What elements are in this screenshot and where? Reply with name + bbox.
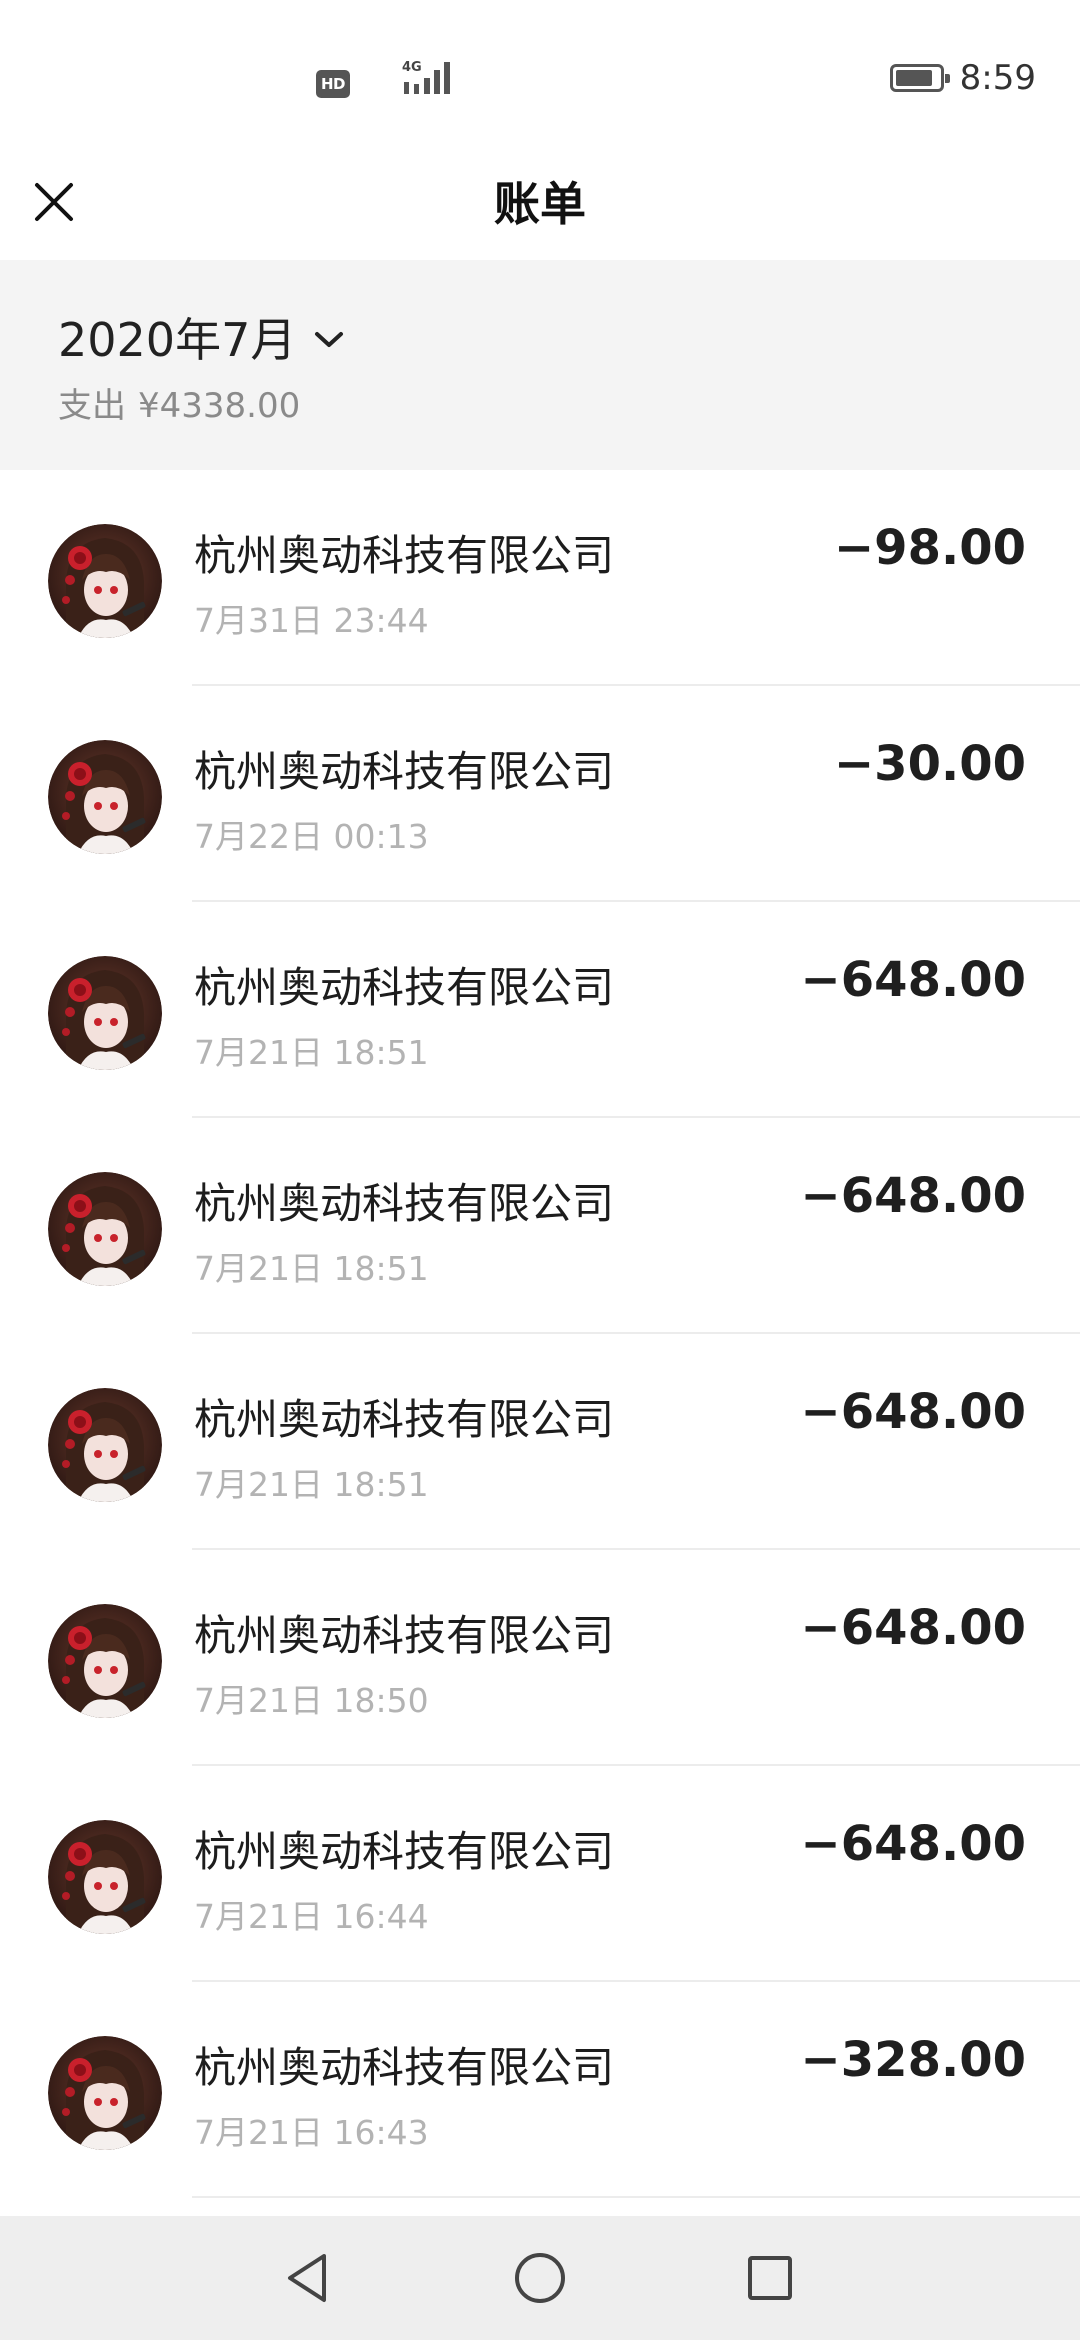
- transaction-amount: −648.00: [800, 1600, 1026, 1656]
- transaction-row[interactable]: 杭州奥动科技有限公司 7月21日 16:44 −648.00: [0, 1766, 1080, 1982]
- transaction-time: 7月22日 00:13: [194, 817, 429, 856]
- avatar: [48, 524, 162, 638]
- page-title: 账单: [494, 177, 586, 231]
- transaction-row[interactable]: 杭州奥动科技有限公司 7月21日 18:51 −648.00: [0, 1334, 1080, 1550]
- top-bar: 账单: [0, 150, 1080, 260]
- transaction-amount: −328.00: [800, 2032, 1026, 2088]
- hd-badge: HD: [316, 70, 350, 98]
- transaction-amount: −98.00: [833, 520, 1026, 576]
- transaction-row[interactable]: 杭州奥动科技有限公司 7月21日 16:43 −328.00: [0, 1982, 1080, 2198]
- expense-amount: ¥4338.00: [138, 386, 301, 426]
- avatar: [48, 1604, 162, 1718]
- transaction-time: 7月21日 18:51: [194, 1033, 429, 1072]
- avatar-image: [48, 524, 162, 638]
- merchant-name: 杭州奥动科技有限公司: [194, 1611, 615, 1660]
- transaction-time: 7月21日 18:50: [194, 1681, 429, 1720]
- row-divider: [192, 2196, 1080, 2198]
- transaction-amount: −648.00: [800, 1384, 1026, 1440]
- avatar-image: [48, 1820, 162, 1934]
- avatar: [48, 740, 162, 854]
- transaction-amount: −648.00: [800, 1816, 1026, 1872]
- merchant-name: 杭州奥动科技有限公司: [194, 1827, 615, 1876]
- merchant-name: 杭州奥动科技有限公司: [194, 747, 615, 796]
- battery-icon: [889, 64, 950, 92]
- month-summary: 2020年7月 支出 ¥4338.00: [0, 260, 1080, 470]
- transaction-time: 7月21日 16:44: [194, 1897, 429, 1936]
- transaction-row[interactable]: 杭州奥动科技有限公司 7月22日 00:13 −30.00: [0, 686, 1080, 902]
- avatar: [48, 956, 162, 1070]
- navigation-bar: [0, 2216, 1080, 2340]
- transaction-list: 杭州奥动科技有限公司 7月31日 23:44 −98.00 杭州奥动科技有限公司…: [0, 470, 1080, 2198]
- status-bar: HD 4G 8:59: [0, 0, 1080, 150]
- month-picker[interactable]: 2020年7月: [58, 304, 344, 370]
- transaction-time: 7月31日 23:44: [194, 601, 429, 640]
- merchant-name: 杭州奥动科技有限公司: [194, 963, 615, 1012]
- avatar: [48, 1388, 162, 1502]
- transaction-amount: −30.00: [833, 736, 1026, 792]
- recents-square-icon[interactable]: [738, 2246, 802, 2310]
- avatar-image: [48, 956, 162, 1070]
- signal-icon: [404, 62, 450, 94]
- merchant-name: 杭州奥动科技有限公司: [194, 1179, 615, 1228]
- transaction-time: 7月21日 16:43: [194, 2113, 429, 2152]
- clock: 8:59: [959, 58, 1036, 98]
- transaction-time: 7月21日 18:51: [194, 1465, 429, 1504]
- avatar: [48, 1820, 162, 1934]
- avatar-image: [48, 1388, 162, 1502]
- expense-total: 支出 ¥4338.00: [58, 378, 300, 427]
- transaction-row[interactable]: 杭州奥动科技有限公司 7月21日 18:51 −648.00: [0, 1118, 1080, 1334]
- avatar: [48, 1172, 162, 1286]
- transaction-amount: −648.00: [800, 952, 1026, 1008]
- merchant-name: 杭州奥动科技有限公司: [194, 2043, 615, 2092]
- back-triangle-icon[interactable]: [276, 2246, 340, 2310]
- avatar-image: [48, 1604, 162, 1718]
- home-circle-icon[interactable]: [508, 2246, 572, 2310]
- merchant-name: 杭州奥动科技有限公司: [194, 1395, 615, 1444]
- avatar-image: [48, 740, 162, 854]
- transaction-time: 7月21日 18:51: [194, 1249, 429, 1288]
- month-label: 2020年7月: [58, 313, 297, 367]
- transaction-row[interactable]: 杭州奥动科技有限公司 7月31日 23:44 −98.00: [0, 470, 1080, 686]
- expense-label: 支出: [58, 386, 126, 426]
- transaction-amount: −648.00: [800, 1168, 1026, 1224]
- chevron-down-icon: [315, 332, 344, 347]
- merchant-name: 杭州奥动科技有限公司: [194, 531, 615, 580]
- status-right: 8:59: [889, 56, 1036, 100]
- transaction-row[interactable]: 杭州奥动科技有限公司 7月21日 18:50 −648.00: [0, 1550, 1080, 1766]
- network-indicator: HD 4G: [316, 58, 450, 98]
- avatar-image: [48, 2036, 162, 2150]
- transaction-row[interactable]: 杭州奥动科技有限公司 7月21日 18:51 −648.00: [0, 902, 1080, 1118]
- battery-level: [895, 70, 932, 86]
- avatar: [48, 2036, 162, 2150]
- avatar-image: [48, 1172, 162, 1286]
